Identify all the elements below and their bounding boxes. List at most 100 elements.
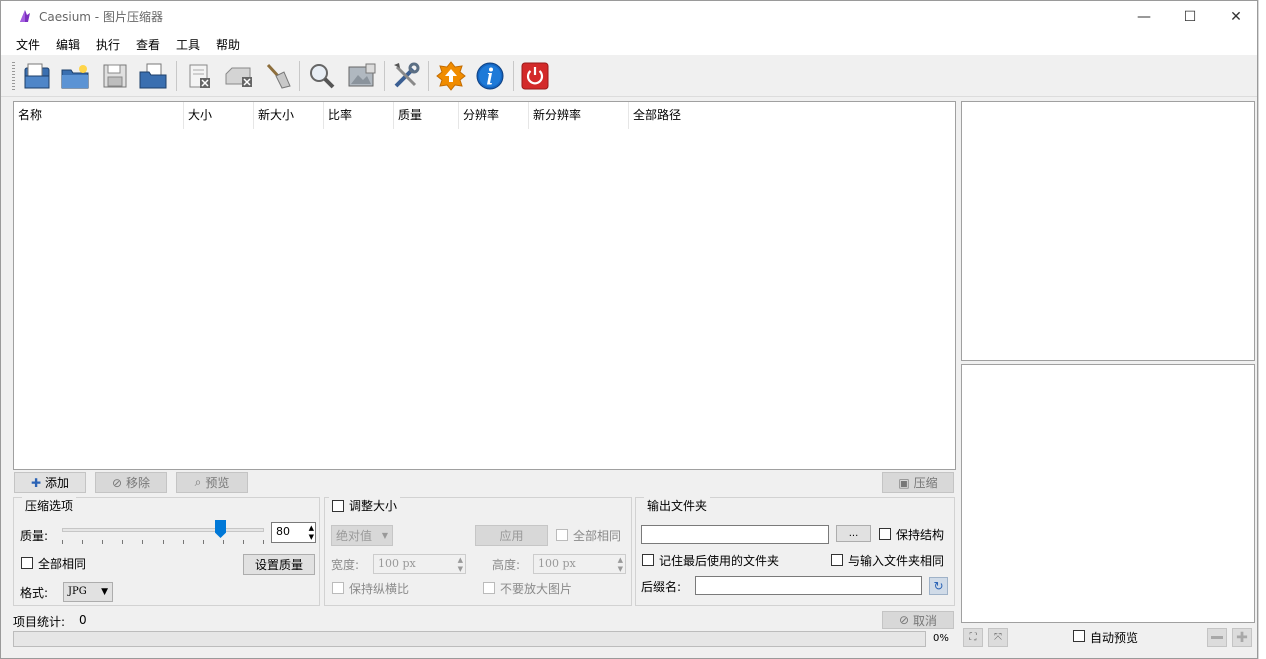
spin-arrows-icon[interactable]: ▲ ▼ (618, 556, 623, 574)
slider-thumb[interactable] (215, 520, 226, 538)
progress-bar (13, 631, 926, 647)
add-file-icon (24, 63, 50, 89)
toolbar-grip[interactable] (12, 62, 15, 90)
keep-ratio-label: 保持纵横比 (349, 582, 410, 596)
menu-execute[interactable]: 执行 (96, 36, 120, 53)
menu-tools[interactable]: 工具 (176, 36, 200, 53)
format-select[interactable]: JPG ▼ (63, 582, 113, 602)
column-header-quality[interactable]: 质量 (394, 102, 459, 129)
add-folder-button[interactable] (59, 60, 91, 92)
column-header-size[interactable]: 大小 (184, 102, 254, 129)
menu-bar: 文件 编辑 执行 查看 工具 帮助 (1, 32, 1257, 55)
menu-help[interactable]: 帮助 (216, 36, 240, 53)
suffix-input[interactable] (695, 576, 922, 595)
resize-same-all-checkbox[interactable] (556, 529, 568, 541)
update-icon (436, 61, 466, 91)
resize-mode-select[interactable]: 绝对值 ▼ (331, 525, 393, 546)
remove-item-button[interactable] (183, 60, 215, 92)
preview-button-label: 预览 (205, 476, 230, 490)
height-label: 高度: (492, 558, 521, 572)
actual-size-button[interactable]: ⤧ (988, 628, 1008, 647)
progress-text: 0% (933, 633, 949, 644)
column-header-resolution[interactable]: 分辨率 (459, 102, 529, 129)
add-file-button[interactable] (21, 60, 53, 92)
format-label: 格式: (20, 586, 49, 600)
update-button[interactable] (435, 60, 467, 92)
preview-button[interactable]: ⌕ 预览 (176, 472, 248, 493)
width-spinbox[interactable]: 100 px ▲ ▼ (373, 554, 466, 574)
remember-last-label: 记住最后使用的文件夹 (659, 554, 780, 568)
toolbar-separator (513, 61, 514, 91)
magnifier-icon: ⌕ (194, 475, 202, 489)
menu-edit[interactable]: 编辑 (56, 36, 80, 53)
settings-button[interactable] (390, 60, 422, 92)
no-enlarge-checkbox[interactable] (483, 582, 495, 594)
quality-same-all-checkbox[interactable] (21, 557, 33, 569)
keep-ratio-checkbox[interactable] (332, 582, 344, 594)
add-button-label: 添加 (45, 476, 70, 490)
quality-label: 质量: (20, 529, 49, 543)
window-title: Caesium - 图片压缩器 (39, 10, 163, 24)
info-button[interactable] (474, 60, 506, 92)
search-button[interactable] (306, 60, 338, 92)
set-quality-button[interactable]: 设置质量 (243, 554, 315, 575)
compress-button-label: 压缩 (913, 476, 938, 490)
height-spinbox[interactable]: 100 px ▲ ▼ (533, 554, 626, 574)
broom-icon (266, 63, 291, 89)
slider-tick (122, 540, 123, 544)
zoom-out-button[interactable] (1207, 628, 1227, 647)
minimize-button[interactable]: — (1121, 1, 1167, 32)
clean-button[interactable] (262, 60, 294, 92)
auto-preview-label: 自动预览 (1090, 631, 1139, 645)
reset-suffix-button[interactable]: ↻ (929, 577, 948, 595)
maximize-button[interactable]: ☐ (1167, 1, 1213, 32)
menu-file[interactable]: 文件 (16, 36, 40, 53)
browse-button[interactable]: ... (836, 525, 871, 542)
same-as-input-checkbox[interactable] (831, 554, 843, 566)
spin-arrows-icon[interactable]: ▲ ▼ (458, 556, 463, 574)
compressed-preview-pane (961, 364, 1255, 623)
quality-spinbox[interactable]: 80 ▲ ▼ (271, 522, 316, 543)
exit-button[interactable] (519, 60, 551, 92)
save-list-button[interactable] (99, 60, 131, 92)
resize-title-wrap: 调整大小 (329, 497, 401, 514)
height-value: 100 px (538, 557, 576, 570)
compress-button[interactable]: ▣ 压缩 (882, 472, 954, 493)
open-list-button[interactable] (137, 60, 169, 92)
column-header-name[interactable]: 名称 (14, 102, 184, 129)
resize-enable-checkbox[interactable] (332, 500, 344, 512)
quality-slider[interactable] (62, 518, 264, 548)
file-list-table[interactable]: 名称 大小 新大小 比率 质量 分辨率 新分辨率 全部路径 (13, 101, 956, 470)
remember-last-checkbox[interactable] (642, 554, 654, 566)
column-header-ratio[interactable]: 比率 (324, 102, 394, 129)
output-path-input[interactable] (641, 525, 829, 544)
fit-to-window-button[interactable]: ⛶ (963, 628, 983, 647)
resize-apply-button[interactable]: 应用 (475, 525, 548, 546)
slider-tick (163, 540, 164, 544)
column-header-full-path[interactable]: 全部路径 (629, 102, 749, 129)
toolbar-separator (299, 61, 300, 91)
add-button[interactable]: ✚ 添加 (14, 472, 86, 493)
column-header-new-resolution[interactable]: 新分辨率 (529, 102, 629, 129)
plus-icon: ✚ (30, 475, 42, 490)
width-label: 宽度: (331, 558, 360, 572)
auto-preview-checkbox[interactable] (1073, 630, 1085, 642)
toolbar-separator (384, 61, 385, 91)
toolbar-separator (176, 61, 177, 91)
close-button[interactable]: ✕ (1213, 1, 1259, 32)
slider-tick (243, 540, 244, 544)
cancel-button[interactable]: ⊘ 取消 (882, 611, 954, 629)
menu-view[interactable]: 查看 (136, 36, 160, 53)
same-as-input-label: 与输入文件夹相同 (848, 554, 945, 568)
spin-arrows-icon[interactable]: ▲ ▼ (309, 524, 314, 542)
column-header-new-size[interactable]: 新大小 (254, 102, 324, 129)
chevron-down-icon: ▼ (381, 531, 388, 540)
plus-icon: ✚ (1236, 629, 1248, 646)
clear-list-button[interactable] (222, 60, 254, 92)
tools-icon (394, 62, 420, 88)
preview-image-button[interactable] (346, 60, 378, 92)
zoom-in-button[interactable]: ✚ (1232, 628, 1252, 647)
expand-icon: ⤧ (994, 632, 1002, 643)
keep-structure-checkbox[interactable] (879, 528, 891, 540)
remove-button[interactable]: ⊘ 移除 (95, 472, 167, 493)
